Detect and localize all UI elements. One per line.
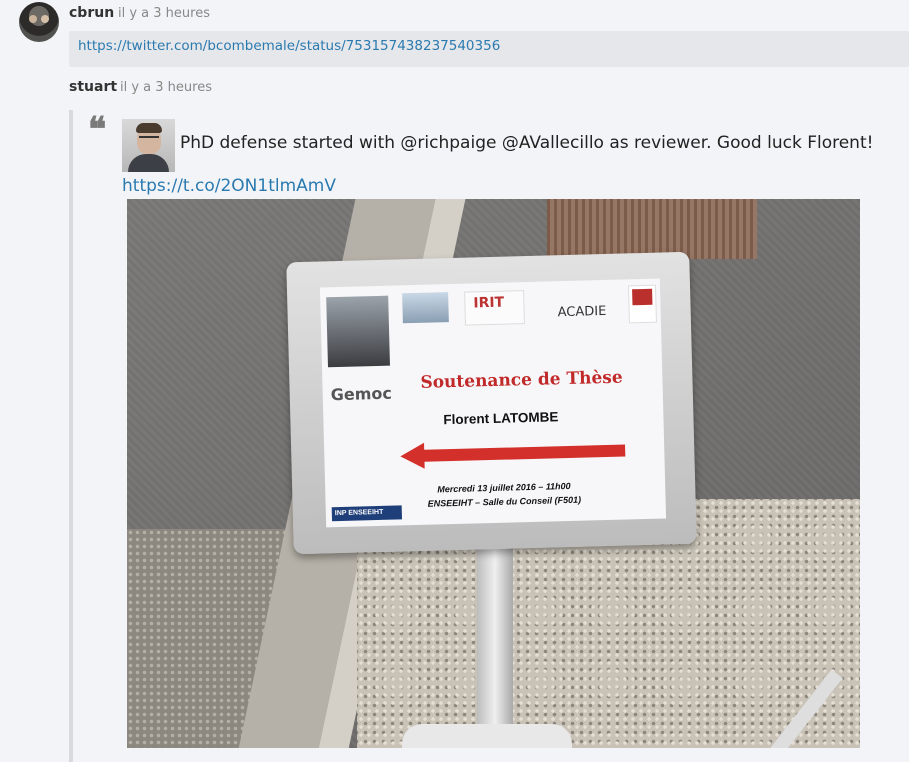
sign-stand-base	[402, 724, 572, 748]
link-preview-box: https://twitter.com/bcombemale/status/75…	[69, 31, 909, 67]
twitter-status-link[interactable]: https://twitter.com/bcombemale/status/75…	[78, 38, 500, 54]
tweet-author-avatar[interactable]	[122, 119, 175, 172]
comment-username[interactable]: cbrun	[69, 5, 114, 21]
sign-name: Florent LATOMBE	[443, 409, 559, 428]
tweet-short-link[interactable]: https://t.co/2ON1tlmAmV	[122, 176, 336, 196]
university-logo	[627, 284, 657, 324]
irit-logo-text: IRIT	[473, 294, 505, 312]
avatar-face	[29, 15, 37, 23]
tweet-photo[interactable]: IRIT ACADIE Gemoc Soutenance de Thèse Fl…	[127, 199, 860, 748]
gemoc-logo: Gemoc	[330, 383, 393, 405]
photo-grate	[547, 199, 757, 259]
sign-place: ENSEEIHT – Salle du Conseil (F501)	[427, 494, 582, 509]
sign-frame: IRIT ACADIE Gemoc Soutenance de Thèse Fl…	[286, 251, 697, 555]
left-arrow-icon	[400, 442, 626, 469]
tweet-text: PhD defense started with @richpaige @AVa…	[180, 133, 874, 153]
sign-pole	[477, 544, 513, 748]
irit-logo: IRIT	[464, 290, 525, 326]
comment-username[interactable]: stuart	[69, 79, 117, 95]
building-logo	[402, 292, 449, 324]
university-logo-mark	[632, 288, 653, 306]
portrait-image	[326, 295, 390, 368]
acadie-logo: ACADIE	[557, 303, 607, 321]
sign-paper: IRIT ACADIE Gemoc Soutenance de Thèse Fl…	[319, 278, 667, 528]
quote-icon: ❝	[88, 110, 107, 150]
avatar-body	[128, 154, 169, 172]
sign-date: Mercredi 13 juillet 2016 – 11h00	[437, 480, 571, 495]
user-avatar-cbrun[interactable]	[19, 2, 59, 42]
avatar-hair	[136, 123, 162, 133]
sign-title: Soutenance de Thèse	[420, 367, 623, 393]
avatar-face	[41, 15, 49, 23]
comment-timestamp: il y a 3 heures	[120, 80, 212, 95]
avatar-glasses	[139, 136, 159, 140]
inp-enseeiht-logo: INP ENSEEIHT	[331, 505, 403, 522]
comment-timestamp: il y a 3 heures	[118, 6, 210, 21]
